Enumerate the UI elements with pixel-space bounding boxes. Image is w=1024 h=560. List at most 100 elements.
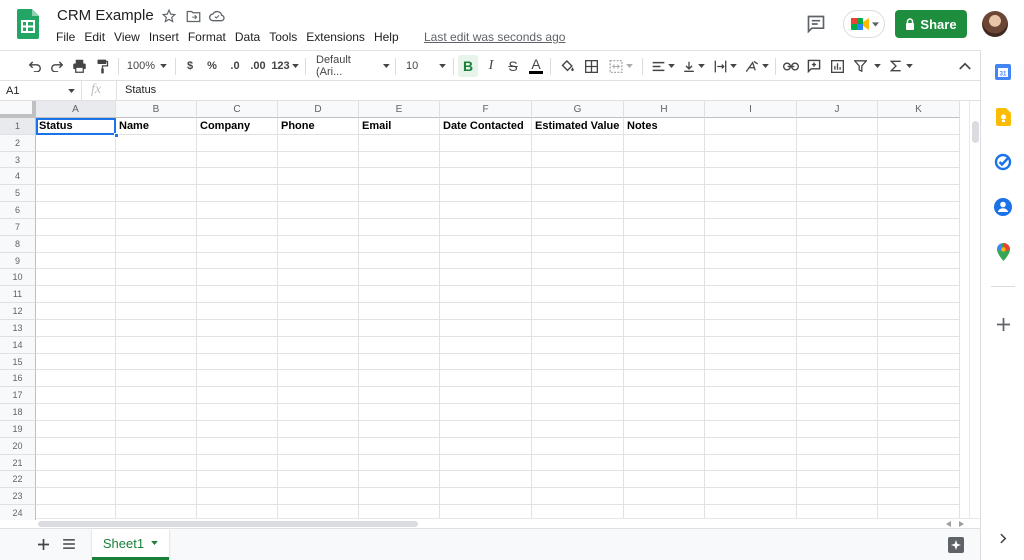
column-header-e[interactable]: E <box>359 101 440 118</box>
cell[interactable] <box>359 168 440 186</box>
cell[interactable] <box>440 420 532 438</box>
cell[interactable] <box>797 404 878 421</box>
cell[interactable] <box>116 488 197 506</box>
font-size-select[interactable]: 10 <box>402 51 450 81</box>
column-header-f[interactable]: F <box>440 101 532 118</box>
cell[interactable] <box>797 370 878 388</box>
cell[interactable] <box>278 168 359 186</box>
cell[interactable] <box>878 336 960 354</box>
sheet-tab-sheet1[interactable]: Sheet1 <box>92 529 169 560</box>
cell[interactable] <box>116 454 197 472</box>
cell[interactable] <box>116 319 197 337</box>
avatar[interactable] <box>982 11 1008 37</box>
cell[interactable] <box>278 286 359 304</box>
cell[interactable] <box>705 218 797 236</box>
paint-format-icon[interactable] <box>93 51 111 81</box>
cell[interactable] <box>36 420 116 438</box>
cell[interactable] <box>278 185 359 203</box>
cell[interactable] <box>440 134 532 152</box>
header-cell-a[interactable]: Status <box>36 118 116 135</box>
cell[interactable] <box>878 252 960 270</box>
row-header-7[interactable]: 7 <box>0 218 36 236</box>
cell[interactable] <box>359 269 440 287</box>
cell[interactable] <box>36 336 116 354</box>
text-color-button[interactable]: A <box>527 51 545 81</box>
cell[interactable] <box>278 471 359 489</box>
menu-help[interactable]: Help <box>374 30 399 44</box>
fill-color-icon[interactable] <box>558 51 576 81</box>
cell[interactable] <box>797 202 878 219</box>
cell[interactable] <box>532 151 624 169</box>
column-header-k[interactable]: K <box>878 101 960 118</box>
cell[interactable] <box>532 336 624 354</box>
vertical-align-icon[interactable] <box>681 51 707 81</box>
cell[interactable] <box>705 286 797 304</box>
cell[interactable] <box>278 420 359 438</box>
cell[interactable] <box>278 252 359 270</box>
cell[interactable] <box>624 235 705 253</box>
decrease-decimal-button[interactable]: .0 <box>225 51 245 81</box>
row-header-2[interactable]: 2 <box>0 134 36 152</box>
cell[interactable] <box>797 252 878 270</box>
cell[interactable] <box>624 454 705 472</box>
header-cell-b[interactable]: Name <box>116 118 197 135</box>
row-header-10[interactable]: 10 <box>0 269 36 287</box>
move-folder-icon[interactable] <box>185 8 201 24</box>
cell[interactable] <box>797 185 878 203</box>
column-header-a[interactable]: A <box>36 101 116 118</box>
cell[interactable] <box>359 353 440 371</box>
row-header-16[interactable]: 16 <box>0 370 36 388</box>
cell[interactable] <box>359 202 440 219</box>
cell[interactable] <box>359 387 440 405</box>
cell[interactable] <box>197 336 278 354</box>
cell[interactable] <box>878 420 960 438</box>
cell[interactable] <box>197 404 278 421</box>
cell[interactable] <box>278 387 359 405</box>
row-header-12[interactable]: 12 <box>0 303 36 320</box>
cell[interactable] <box>532 471 624 489</box>
cell[interactable] <box>624 488 705 506</box>
row-header-11[interactable]: 11 <box>0 286 36 304</box>
row-header-18[interactable]: 18 <box>0 404 36 421</box>
formula-input[interactable]: Status <box>125 84 156 96</box>
cell[interactable] <box>705 454 797 472</box>
cell[interactable] <box>278 319 359 337</box>
cell[interactable] <box>116 185 197 203</box>
cell[interactable] <box>36 151 116 169</box>
cell[interactable] <box>278 134 359 152</box>
row-header-22[interactable]: 22 <box>0 471 36 489</box>
cell[interactable] <box>359 235 440 253</box>
cell[interactable] <box>705 118 797 135</box>
cell[interactable] <box>36 353 116 371</box>
italic-button[interactable]: I <box>482 51 500 81</box>
cell[interactable] <box>624 370 705 388</box>
cell[interactable] <box>532 319 624 337</box>
cell[interactable] <box>36 488 116 506</box>
cell[interactable] <box>359 303 440 320</box>
cell[interactable] <box>797 437 878 455</box>
insert-chart-icon[interactable] <box>828 51 846 81</box>
cell[interactable] <box>197 151 278 169</box>
cell[interactable] <box>705 252 797 270</box>
cell[interactable] <box>197 252 278 270</box>
row-header-8[interactable]: 8 <box>0 235 36 253</box>
cell[interactable] <box>197 420 278 438</box>
cell[interactable] <box>624 437 705 455</box>
cell[interactable] <box>624 269 705 287</box>
cell[interactable] <box>116 202 197 219</box>
menu-edit[interactable]: Edit <box>84 30 105 44</box>
row-header-6[interactable]: 6 <box>0 202 36 219</box>
cell[interactable] <box>440 471 532 489</box>
header-cell-f[interactable]: Date Contacted <box>440 118 532 135</box>
cell[interactable] <box>624 185 705 203</box>
cell[interactable] <box>797 286 878 304</box>
cell[interactable] <box>532 370 624 388</box>
cell[interactable] <box>705 404 797 421</box>
cell[interactable] <box>705 387 797 405</box>
cell[interactable] <box>278 404 359 421</box>
cell[interactable] <box>624 218 705 236</box>
cell[interactable] <box>624 168 705 186</box>
cell[interactable] <box>797 118 878 135</box>
cell[interactable] <box>359 370 440 388</box>
cell[interactable] <box>359 437 440 455</box>
